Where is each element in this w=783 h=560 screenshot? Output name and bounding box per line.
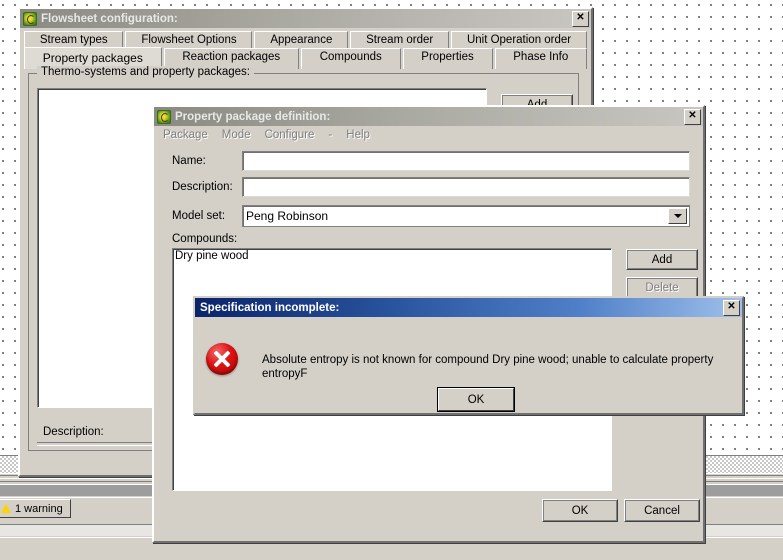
error-dialog-titlebar[interactable]: Specification incomplete: ✕ <box>195 298 742 317</box>
desktop: 1 warning Flowsheet configuration: ✕ Str… <box>0 0 783 560</box>
name-input[interactable] <box>242 151 690 171</box>
error-circle-x-icon <box>206 343 238 375</box>
warning-triangle-icon <box>1 504 11 513</box>
property-package-title: Property package definition: <box>175 110 331 123</box>
close-icon[interactable]: ✕ <box>723 299 740 316</box>
error-dialog-body: Absolute entropy is not known for compou… <box>195 317 742 413</box>
compound-add-button[interactable]: Add <box>626 249 698 270</box>
error-ok-button[interactable]: OK <box>438 388 514 411</box>
tab-unit-operation-order[interactable]: Unit Operation order <box>451 31 588 49</box>
name-label: Name: <box>172 155 206 167</box>
status-warning-label: 1 warning <box>15 502 63 515</box>
caret-down-glyph <box>673 214 682 218</box>
menu-item-package[interactable]: Package <box>163 129 208 141</box>
close-icon[interactable]: ✕ <box>572 10 589 27</box>
tab-appearance[interactable]: Appearance <box>254 31 349 49</box>
tab-stream-order[interactable]: Stream order <box>350 31 450 49</box>
model-set-value: Peng Robinson <box>246 209 329 223</box>
app-icon <box>23 11 37 26</box>
app-icon <box>157 109 171 124</box>
close-icon[interactable]: ✕ <box>684 108 701 125</box>
menu-item-mode[interactable]: Mode <box>222 129 251 141</box>
description-input[interactable] <box>242 177 690 197</box>
tab-strip: Stream types Flowsheet Options Appearanc… <box>20 28 591 69</box>
tab-compounds[interactable]: Compounds <box>300 48 401 69</box>
compound-delete-button: Delete <box>626 277 698 298</box>
flowsheet-title: Flowsheet configuration: <box>41 12 178 25</box>
property-package-cancel-button[interactable]: Cancel <box>624 499 700 522</box>
thermo-systems-groupbox-label: Thermo-systems and property packages: <box>37 66 255 78</box>
status-warning-button[interactable]: 1 warning <box>0 499 71 518</box>
flowsheet-titlebar[interactable]: Flowsheet configuration: ✕ <box>20 9 591 28</box>
tab-properties[interactable]: Properties <box>402 48 493 69</box>
menu-item-help[interactable]: Help <box>346 129 370 141</box>
compounds-label: Compounds: <box>172 233 238 245</box>
property-package-ok-button[interactable]: OK <box>542 499 618 522</box>
flowsheet-description-label: Description: <box>43 426 104 438</box>
specification-incomplete-dialog[interactable]: Specification incomplete: ✕ Absolute ent… <box>193 296 744 415</box>
menu-item-configure[interactable]: Configure <box>265 129 315 141</box>
chevron-down-icon[interactable] <box>668 208 687 224</box>
error-message: Absolute entropy is not known for compou… <box>262 354 714 380</box>
model-set-select[interactable]: Peng Robinson <box>242 205 690 227</box>
property-package-titlebar[interactable]: Property package definition: ✕ <box>154 107 703 126</box>
tab-phase-info[interactable]: Phase Info <box>494 48 588 69</box>
list-item[interactable]: Dry pine wood <box>175 250 609 262</box>
property-package-menubar: Package Mode Configure - Help <box>154 126 703 144</box>
description-label: Description: <box>172 181 233 193</box>
error-dialog-title: Specification incomplete: <box>200 301 340 314</box>
model-set-label: Model set: <box>172 210 226 222</box>
menu-separator: - <box>328 129 333 141</box>
